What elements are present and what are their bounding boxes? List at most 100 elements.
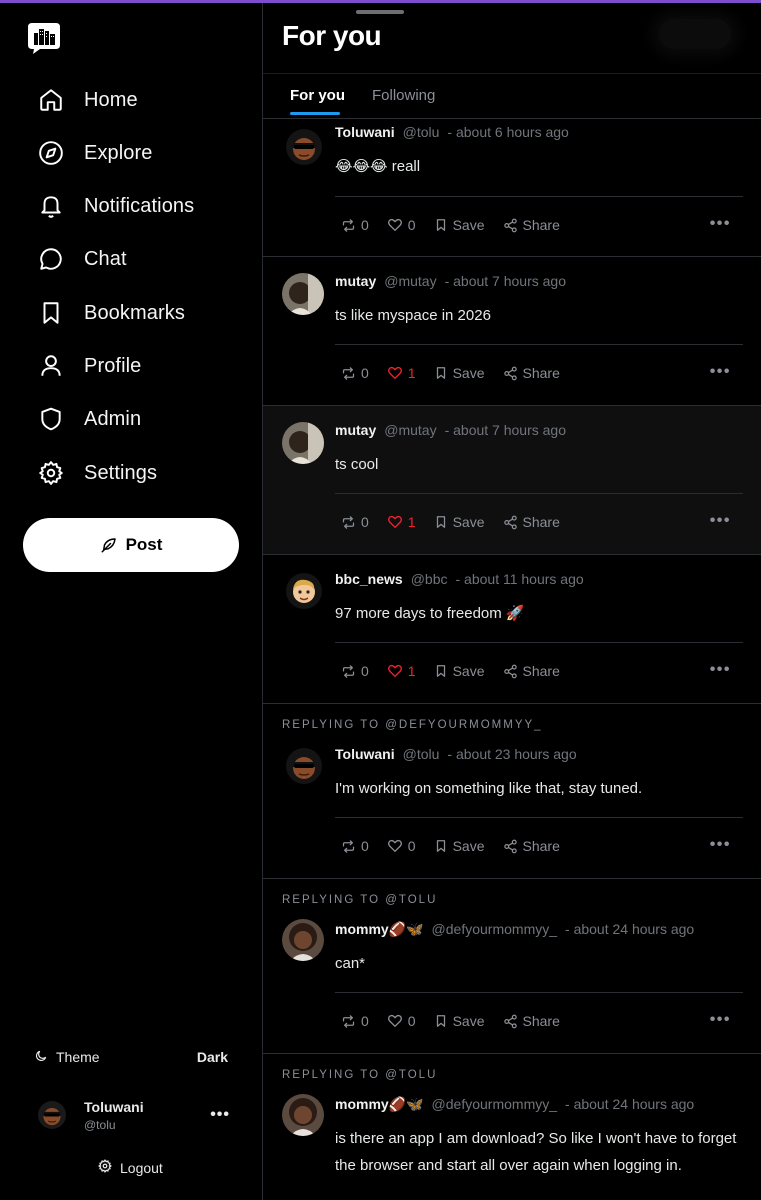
header-button[interactable] [659,19,731,49]
like-button[interactable]: 0 [387,838,416,854]
divider [335,992,743,993]
post[interactable]: Replying to @tolu mommy🏈🦋 @defyourmommyy… [263,1054,761,1200]
post-button[interactable]: Post [23,518,239,572]
compass-icon [38,140,64,166]
home-icon [38,87,64,113]
post[interactable]: Toluwani @tolu - about 6 hours ago 😂😂😂 r… [263,119,761,257]
repost-button[interactable]: 0 [341,663,369,679]
nav-chat[interactable]: Chat [38,239,127,279]
avatar[interactable] [282,919,324,961]
logout-button[interactable]: Logout [98,1159,163,1176]
app-logo-icon[interactable] [26,21,62,55]
post[interactable]: Replying to @defyourmommyy_ Toluwani @to… [263,704,761,879]
author-name[interactable]: mutay [335,273,376,289]
repost-button[interactable]: 0 [341,838,369,854]
share-button[interactable]: Share [503,663,560,679]
author-handle[interactable]: @mutay [384,422,436,438]
post[interactable]: Replying to @tolu mommy🏈🦋 @defyourmommyy… [263,879,761,1054]
repost-count: 0 [361,663,369,679]
share-button[interactable]: Share [503,514,560,530]
share-button[interactable]: Share [503,838,560,854]
like-button[interactable]: 1 [387,365,416,381]
more-options-icon[interactable]: ••• [710,661,731,679]
post-actions: 0 1 Save Share ••• [341,363,741,383]
post-time: - about 6 hours ago [447,124,569,140]
save-button[interactable]: Save [434,365,485,381]
drag-handle[interactable] [356,10,404,14]
author-name[interactable]: Toluwani [335,124,395,140]
save-button[interactable]: Save [434,1013,485,1029]
repost-button[interactable]: 0 [341,1013,369,1029]
theme-toggle[interactable]: Theme Dark [34,1046,228,1068]
bookmark-icon [434,218,448,232]
post[interactable]: mutay @mutay - about 7 hours ago ts cool… [263,406,761,555]
like-button[interactable]: 0 [387,217,416,233]
author-handle[interactable]: @defyourmommyy_ [432,1096,557,1112]
like-button[interactable]: 1 [387,663,416,679]
tab-for-you[interactable]: For you [290,87,345,104]
repost-button[interactable]: 0 [341,217,369,233]
repost-button[interactable]: 0 [341,514,369,530]
divider [335,642,743,643]
author-handle[interactable]: @defyourmommyy_ [432,921,557,937]
author-name[interactable]: mommy🏈🦋 [335,1096,424,1113]
avatar[interactable] [286,573,322,609]
more-options-icon[interactable]: ••• [710,363,731,381]
nav-admin[interactable]: Admin [38,399,141,439]
share-button[interactable]: Share [503,1013,560,1029]
share-button[interactable]: Share [503,217,560,233]
avatar[interactable] [286,748,322,784]
more-options-icon[interactable]: ••• [210,1106,230,1124]
replying-to-label[interactable]: Replying to @tolu [282,1069,437,1081]
repost-count: 0 [361,217,369,233]
like-count: 0 [407,838,416,854]
current-user[interactable]: Toluwani @tolu ••• [38,1095,230,1135]
avatar[interactable] [282,1094,324,1136]
author-handle[interactable]: @mutay [384,273,436,289]
nav-home[interactable]: Home [38,80,138,120]
like-button[interactable]: 1 [387,514,416,530]
repost-icon [341,218,356,233]
nav-profile[interactable]: Profile [38,346,141,386]
more-options-icon[interactable]: ••• [710,512,731,530]
heart-icon [387,365,403,381]
repost-icon [341,664,356,679]
avatar[interactable] [282,273,324,315]
user-icon [38,353,64,379]
author-handle[interactable]: @bbc [411,571,448,587]
post-body: 97 more days to freedom 🚀 [335,605,525,622]
post-time: - about 7 hours ago [444,273,566,289]
avatar[interactable] [282,422,324,464]
like-button[interactable]: 0 [387,1013,416,1029]
more-options-icon[interactable]: ••• [710,1011,731,1029]
avatar[interactable] [286,129,322,165]
post-body: can* [335,955,366,972]
like-count: 0 [407,217,416,233]
nav-explore[interactable]: Explore [38,133,153,173]
nav-bookmarks[interactable]: Bookmarks [38,293,185,333]
repost-button[interactable]: 0 [341,365,369,381]
replying-to-label[interactable]: Replying to @tolu [282,894,437,906]
save-button[interactable]: Save [434,663,485,679]
share-button[interactable]: Share [503,365,560,381]
save-button[interactable]: Save [434,838,485,854]
post-actions: 0 0 Save Share ••• [341,215,741,235]
replying-to-label[interactable]: Replying to @defyourmommyy_ [282,719,543,731]
tab-following[interactable]: Following [372,87,435,104]
save-button[interactable]: Save [434,514,485,530]
save-button[interactable]: Save [434,217,485,233]
more-options-icon[interactable]: ••• [710,836,731,854]
author-handle[interactable]: @tolu [403,746,440,762]
author-handle[interactable]: @tolu [403,124,440,140]
author-name[interactable]: bbc_news [335,571,403,587]
nav-settings[interactable]: Settings [38,453,157,493]
author-name[interactable]: mommy🏈🦋 [335,921,424,938]
post[interactable]: bbc_news @bbc - about 11 hours ago 97 mo… [263,555,761,704]
author-name[interactable]: Toluwani [335,746,395,762]
more-options-icon[interactable]: ••• [710,215,731,233]
page-title: For you [282,20,382,51]
nav-notifications[interactable]: Notifications [38,186,194,226]
repost-count: 0 [361,514,369,530]
post[interactable]: mutay @mutay - about 7 hours ago ts like… [263,257,761,406]
author-name[interactable]: mutay [335,422,376,438]
